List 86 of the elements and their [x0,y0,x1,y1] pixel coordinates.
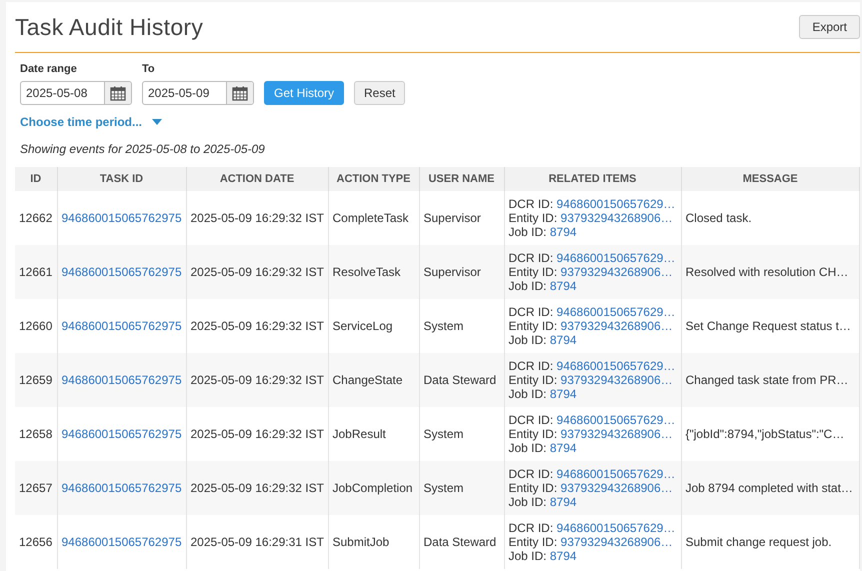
table-cell: Data Steward [419,353,504,407]
item-link[interactable]: 9468600150657629… [556,197,676,211]
task-id-link[interactable]: 946860015065762975 [62,535,182,549]
item-link[interactable]: 937932943268906… [560,535,673,549]
table-cell: Resolved with resolution CH… [681,245,860,299]
table-cell: 2025-05-09 16:29:32 IST [186,353,328,407]
column-header: MESSAGE [681,167,860,191]
field-label: Date range [20,63,78,75]
item-label: Job ID: [508,279,547,293]
item-link[interactable]: 937932943268906… [560,211,673,225]
time-period-dropdown[interactable]: Choose time period... [20,115,142,129]
item-label: DCR ID: [508,251,554,265]
item-label: Entity ID: [508,211,558,225]
table-cell: System [419,461,504,515]
item-link[interactable]: 8794 [550,549,577,563]
calendar-icon[interactable] [232,86,248,100]
item-label: Entity ID: [508,535,558,549]
table-cell: Job 8794 completed with stat… [681,461,860,515]
item-label: Entity ID: [508,373,558,387]
item-link[interactable]: 9468600150657629… [556,521,676,535]
item-label: Job ID: [508,333,547,347]
task-id-link[interactable]: 946860015065762975 [62,427,182,441]
column-header: USER NAME [419,167,504,191]
column-header: ACTION TYPE [328,167,419,191]
item-link[interactable]: 9468600150657629… [556,413,676,427]
table-cell: Submit change request job. [681,515,860,569]
task-id-link[interactable]: 946860015065762975 [62,319,182,333]
item-label: Job ID: [508,549,547,563]
export-button[interactable]: Export [799,15,860,39]
calendar-icon[interactable] [110,86,126,100]
item-link[interactable]: 8794 [550,279,577,293]
table-cell: 12659 [15,353,57,407]
item-link[interactable]: 937932943268906… [560,265,673,279]
item-link[interactable]: 9468600150657629… [556,305,676,319]
date-field[interactable]: 2025-05-08 [20,81,132,105]
item-link[interactable]: 937932943268906… [560,373,673,387]
table-cell: Changed task state from PR… [681,353,860,407]
table-cell: 12656 [15,515,57,569]
item-label: Job ID: [508,225,547,239]
item-label: Entity ID: [508,427,558,441]
item-link[interactable]: 8794 [550,333,577,347]
item-link[interactable]: 8794 [550,495,577,509]
item-label: DCR ID: [508,467,554,481]
get-history-button[interactable]: Get History [264,81,344,105]
table-cell: ChangeState [328,353,419,407]
item-label: DCR ID: [508,359,554,373]
table-cell: 12661 [15,245,57,299]
summary-text: Showing events for 2025-05-08 to 2025-05-09 [20,142,266,156]
table-cell: 2025-05-09 16:29:31 IST [186,515,328,569]
table-cell: SubmitJob [328,515,419,569]
item-label: Job ID: [508,441,547,455]
item-link[interactable]: 8794 [550,441,577,455]
column-header: ACTION DATE [186,167,328,191]
table-cell: 2025-05-09 16:29:32 IST [186,461,328,515]
field-label: To [142,63,156,75]
item-label: Entity ID: [508,265,558,279]
column-header: ID [15,167,57,191]
task-id-link[interactable]: 946860015065762975 [62,211,182,225]
reset-button[interactable]: Reset [354,81,406,105]
table-cell: 12657 [15,461,57,515]
table-cell: JobCompletion [328,461,419,515]
item-label: DCR ID: [508,521,554,535]
item-label: Job ID: [508,387,547,401]
page-title: Task Audit History [15,14,204,40]
item-label: Entity ID: [508,481,558,495]
item-link[interactable]: 937932943268906… [560,481,673,495]
item-link[interactable]: 9468600150657629… [556,251,676,265]
column-header: TASK ID [57,167,186,191]
table-cell: 2025-05-09 16:29:32 IST [186,245,328,299]
date-field[interactable]: 2025-05-09 [142,81,254,105]
item-label: DCR ID: [508,305,554,319]
table-cell: Data Steward [419,515,504,569]
item-link[interactable]: 937932943268906… [560,319,673,333]
table-cell: ResolveTask [328,245,419,299]
item-link[interactable]: 937932943268906… [560,427,673,441]
item-link[interactable]: 9468600150657629… [556,467,676,481]
item-link[interactable]: 9468600150657629… [556,359,676,373]
item-label: Job ID: [508,495,547,509]
item-label: DCR ID: [508,197,554,211]
item-label: Entity ID: [508,319,558,333]
column-header: RELATED ITEMS [504,167,681,191]
item-link[interactable]: 8794 [550,225,577,239]
table-cell: Supervisor [419,245,504,299]
caret-icon[interactable] [152,119,162,125]
item-label: DCR ID: [508,413,554,427]
item-link[interactable]: 8794 [550,387,577,401]
